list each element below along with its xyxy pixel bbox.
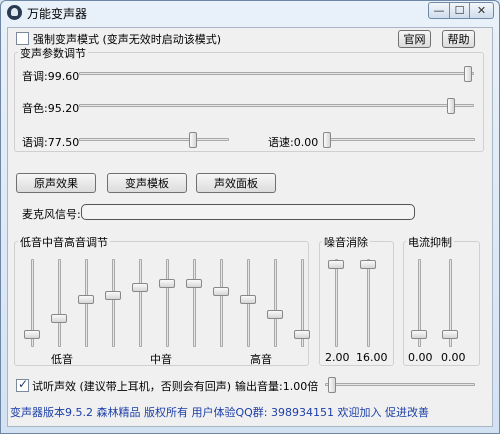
monitor-label: 试听声效 (建议带上耳机，否则会有回声) [32,380,232,393]
minimize-button[interactable]: — [428,2,450,19]
mic-signal-meter [81,204,415,220]
eq-mid-label: 中音 [150,353,172,366]
speed-slider-track[interactable] [323,138,475,141]
eq-band-thumb-3[interactable] [78,294,94,304]
pitch-slider-thumb[interactable] [464,66,473,82]
mic-signal-label: 麦克风信号: [22,208,81,221]
maximize-icon: ☐ [454,4,465,17]
noise-thumb-2[interactable] [360,259,376,269]
noise-track-2[interactable] [367,259,370,347]
output-volume-label: 输出音量:1.00倍 [235,380,319,393]
voice-params-title: 变声参数调节 [18,45,88,61]
maximize-button[interactable]: ☐ [449,2,470,19]
close-icon: ✕ [476,4,487,17]
eq-band-track-5[interactable] [139,259,142,347]
noise-value-1: 2.00 [325,351,350,364]
effects-panel-button[interactable]: 声效面板 [196,173,276,193]
timbre-slider-track[interactable] [79,104,474,107]
current-sliders [403,241,480,366]
eq-band-thumb-7[interactable] [186,278,202,288]
eq-band-thumb-10[interactable] [267,310,283,320]
pitch-slider-track[interactable] [79,72,474,75]
close-button[interactable]: ✕ [469,2,494,19]
eq-band-track-7[interactable] [193,259,196,347]
eq-band-track-6[interactable] [166,259,169,347]
output-volume-thumb[interactable] [327,377,336,393]
title-bar[interactable]: 万能变声器 — ☐ ✕ [0,0,498,26]
eq-band-thumb-8[interactable] [213,286,229,296]
eq-sliders [14,241,310,366]
output-volume-track[interactable] [325,383,475,386]
current-value-2: 0.00 [441,351,466,364]
eq-band-thumb-5[interactable] [132,282,148,292]
current-value-1: 0.00 [408,351,433,364]
eq-band-thumb-6[interactable] [159,278,175,288]
noise-track-1[interactable] [335,259,338,347]
minimize-icon: — [433,4,445,17]
eq-band-track-8[interactable] [220,259,223,347]
eq-high-label: 高音 [250,353,272,366]
speed-label: 语速:0.00 [268,136,319,149]
eq-band-track-4[interactable] [112,259,115,347]
speed-slider-thumb[interactable] [323,132,331,148]
tone-label: 语调:77.50 [22,136,80,149]
tone-slider-track[interactable] [79,138,229,141]
eq-band-thumb-2[interactable] [51,314,67,324]
eq-band-thumb-11[interactable] [294,330,310,340]
voice-params-group [14,52,484,152]
original-voice-button[interactable]: 原声效果 [16,173,96,193]
noise-thumb-1[interactable] [328,259,344,269]
window-title: 万能变声器 [27,7,88,21]
eq-band-thumb-1[interactable] [24,330,40,340]
timbre-label: 音色:95.20 [22,102,80,115]
current-thumb-2[interactable] [442,330,458,340]
eq-band-thumb-9[interactable] [240,294,256,304]
eq-band-thumb-4[interactable] [105,290,121,300]
eq-band-track-10[interactable] [274,259,277,347]
pitch-label: 音调:99.60 [22,70,80,83]
eq-band-track-2[interactable] [58,259,61,347]
website-button[interactable]: 官网 [398,30,431,48]
noise-value-2: 16.00 [356,351,388,364]
monitor-checkbox[interactable] [16,377,29,392]
app-logo-icon [7,5,22,20]
tone-slider-thumb[interactable] [189,132,198,148]
status-bar: 变声器版本9.5.2 森林精品 版权所有 用户体验QQ群: 398934151 … [10,406,429,419]
timbre-slider-thumb[interactable] [447,98,456,114]
force-mode-checkbox[interactable] [16,32,29,45]
noise-sliders [319,241,394,366]
help-button[interactable]: 帮助 [442,30,475,48]
eq-low-label: 低音 [51,353,73,366]
current-thumb-1[interactable] [411,330,427,340]
voice-template-button[interactable]: 变声模板 [107,173,187,193]
